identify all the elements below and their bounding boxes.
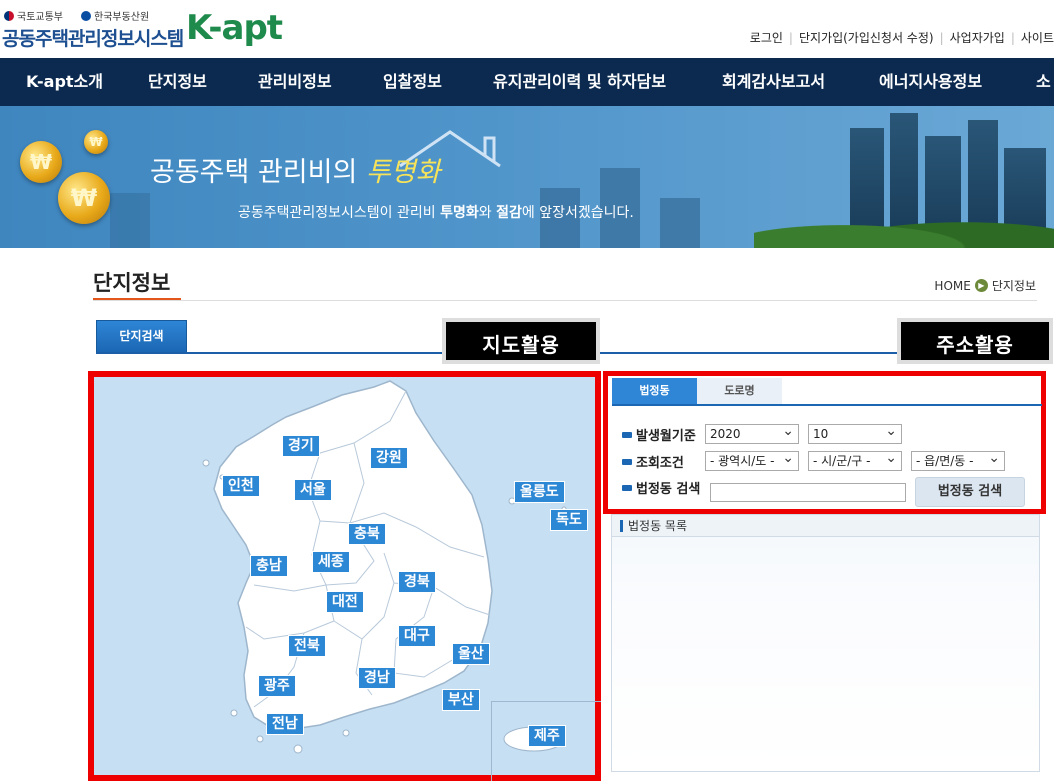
dong-search-label: 법정동 검색 <box>636 482 701 497</box>
site-name[interactable]: 공동주택관리정보시스템 <box>2 24 184 51</box>
molit-logo-text: 국토교통부 <box>17 12 63 23</box>
banner-sub-text: 공동주택관리정보시스템이 관리비 <box>238 205 441 221</box>
region-sejong[interactable]: 세종 <box>312 551 350 573</box>
nav-fee-info[interactable]: 관리비정보 <box>258 58 332 106</box>
legal-dong-list[interactable]: 법정동 목록 <box>611 514 1040 772</box>
region-jeonnam[interactable]: 전남 <box>266 713 304 735</box>
tab-legal-dong[interactable]: 법정동 <box>612 378 697 404</box>
emd-select[interactable]: - 읍/면/동 - <box>911 449 1005 471</box>
title-divider <box>93 300 1037 301</box>
banner-sub-bold: 투명화 <box>440 205 479 221</box>
nav-maintenance-history[interactable]: 유지관리이력 및 하자담보 <box>493 58 666 106</box>
taegeuk-icon <box>4 10 14 21</box>
gov-logos: 국토교통부 한국부동산원 <box>4 8 149 23</box>
kapt-logo[interactable]: K-apt <box>186 8 283 48</box>
year-select[interactable]: 2020 <box>705 422 799 444</box>
sido-select[interactable]: - 광역시/도 - <box>705 449 799 471</box>
address-search-panel: 법정동 도로명 발생월기준 2020 10 조회조건 - 광역시/도 - - 시… <box>603 371 1046 514</box>
tab-road-name[interactable]: 도로명 <box>697 378 782 404</box>
coin-icon: ₩ <box>58 172 110 224</box>
breadcrumb: HOME ▶ 단지정보 <box>934 277 1036 294</box>
divider: | <box>939 31 944 45</box>
region-daejeon[interactable]: 대전 <box>326 591 364 613</box>
region-jeonbuk[interactable]: 전북 <box>288 635 326 657</box>
bullet-icon <box>622 431 632 438</box>
complex-join-link[interactable]: 단지가입(가입신청서 수정) <box>799 29 934 46</box>
sitemap-link[interactable]: 사이트 <box>1021 29 1054 46</box>
region-gyeonggi[interactable]: 경기 <box>282 435 320 457</box>
base-month-label: 발생월기준 <box>636 429 696 444</box>
dong-search-button[interactable]: 법정동 검색 <box>915 477 1025 507</box>
region-gyeongnam[interactable]: 경남 <box>358 667 396 689</box>
molit-logo[interactable]: 국토교통부 <box>4 8 63 23</box>
breadcrumb-arrow-icon: ▶ <box>974 279 988 292</box>
divider: | <box>1010 31 1015 45</box>
page-title: 단지정보 <box>93 271 171 295</box>
reb-logo[interactable]: 한국부동산원 <box>81 8 149 23</box>
region-chungnam[interactable]: 충남 <box>250 555 288 577</box>
building-shape <box>660 198 700 248</box>
main-nav: K-apt소개 단지정보 관리비정보 입찰정보 유지관리이력 및 하자담보 회계… <box>0 58 1054 106</box>
region-ulleungdo[interactable]: 울릉도 <box>514 481 565 503</box>
region-chungbuk[interactable]: 충북 <box>348 523 386 545</box>
region-gyeongbuk[interactable]: 경북 <box>398 571 436 593</box>
nav-more[interactable]: 소 <box>1036 58 1051 106</box>
banner-title: 공동주택 관리비의 투명화 <box>150 150 440 189</box>
trees-shape <box>754 208 1054 248</box>
query-condition-label: 조회조건 <box>636 456 684 471</box>
nav-kapt-intro[interactable]: K-apt소개 <box>26 58 103 106</box>
breadcrumb-home[interactable]: HOME <box>934 279 970 293</box>
region-ulsan[interactable]: 울산 <box>452 643 490 665</box>
bullet-icon <box>622 484 632 491</box>
utility-links: 로그인 | 단지가입(가입신청서 수정) | 사업자가입 | 사이트 <box>750 29 1054 46</box>
region-busan[interactable]: 부산 <box>442 689 480 711</box>
nav-bid-info[interactable]: 입찰정보 <box>383 58 442 106</box>
nav-audit-report[interactable]: 회계감사보고서 <box>722 58 825 106</box>
banner-sub-text: 에 앞장서겠습니다. <box>521 205 634 221</box>
banner-title-text: 공동주택 관리비의 <box>150 157 366 188</box>
region-incheon[interactable]: 인천 <box>222 475 260 497</box>
business-join-link[interactable]: 사업자가입 <box>950 29 1005 46</box>
breadcrumb-current: 단지정보 <box>991 279 1036 293</box>
hero-banner: ₩ ₩ ₩ 공동주택 관리비의 투명화 공동주택관리정보시스템이 관리비 투명화… <box>0 106 1054 248</box>
sigungu-select[interactable]: - 시/군/구 - <box>808 449 902 471</box>
banner-sub-bold: 절감 <box>496 205 522 221</box>
legal-dong-list-header: 법정동 목록 <box>612 515 1039 537</box>
tab-complex-search[interactable]: 단지검색 <box>96 320 187 353</box>
query-condition-row: 조회조건 <box>622 452 684 471</box>
login-link[interactable]: 로그인 <box>750 29 783 46</box>
nav-complex-info[interactable]: 단지정보 <box>148 58 207 106</box>
divider: | <box>788 31 793 45</box>
coin-icon: ₩ <box>20 141 62 183</box>
region-gwangju[interactable]: 광주 <box>258 675 296 697</box>
legal-dong-list-title: 법정동 목록 <box>628 518 688 533</box>
banner-title-highlight: 투명화 <box>365 157 441 188</box>
korea-map[interactable]: 경기 강원 인천 서울 울릉도 독도 충북 세종 충남 경북 대전 대구 전북 … <box>88 371 601 781</box>
nav-energy-info[interactable]: 에너지사용정보 <box>879 58 982 106</box>
region-gangwon[interactable]: 강원 <box>370 447 408 469</box>
region-jeju[interactable]: 제주 <box>528 725 566 747</box>
header-bar-icon <box>620 519 623 532</box>
banner-subtitle: 공동주택관리정보시스템이 관리비 투명화와 절감에 앞장서겠습니다. <box>238 202 634 222</box>
reb-logo-text: 한국부동산원 <box>94 12 150 23</box>
coin-icon: ₩ <box>84 130 108 154</box>
region-dokdo[interactable]: 독도 <box>550 509 588 531</box>
reb-icon <box>81 10 91 21</box>
dong-search-input[interactable] <box>710 483 906 502</box>
base-month-row: 발생월기준 <box>622 425 696 444</box>
dong-search-row: 법정동 검색 <box>622 478 700 497</box>
building-shape <box>110 193 150 248</box>
region-seoul[interactable]: 서울 <box>294 479 332 501</box>
month-select[interactable]: 10 <box>808 422 902 444</box>
banner-sub-text: 와 <box>478 205 497 221</box>
bullet-icon <box>622 458 632 465</box>
address-tabs: 법정동 도로명 <box>612 378 1042 406</box>
address-usage-label: 주소활용 <box>897 318 1053 364</box>
region-daegu[interactable]: 대구 <box>398 625 436 647</box>
map-usage-label: 지도활용 <box>442 318 600 364</box>
